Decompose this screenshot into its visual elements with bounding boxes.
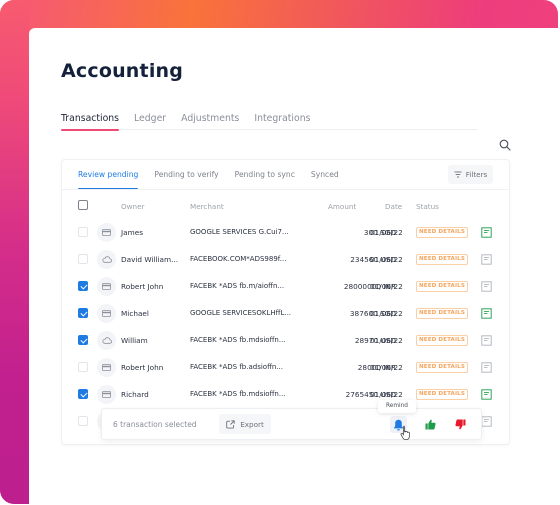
table-row[interactable]: Robert John FACEBK *ADS fb.m/aioffn... 280… xyxy=(62,273,509,300)
receipt-icon[interactable] xyxy=(481,254,492,265)
transaction-type-avatar xyxy=(97,385,116,404)
merchant-name: GOOGLE SERVICES G.Cui7... xyxy=(190,228,289,236)
row-checkbox[interactable] xyxy=(78,227,88,237)
status-badge: NEED DETAILS xyxy=(416,227,468,238)
select-all-checkbox[interactable] xyxy=(78,200,88,210)
search-icon[interactable] xyxy=(499,139,511,151)
tab-integrations[interactable]: Integrations xyxy=(254,112,310,130)
date: 01/06/22 xyxy=(370,282,403,291)
transaction-type-avatar xyxy=(97,304,116,323)
credit-card-icon xyxy=(102,391,111,398)
status-badge: NEED DETAILS xyxy=(416,389,468,400)
owner-name: James xyxy=(121,228,144,237)
tab-ledger[interactable]: Ledger xyxy=(134,112,166,130)
row-checkbox[interactable] xyxy=(78,254,88,264)
tab-transactions[interactable]: Transactions xyxy=(61,112,120,131)
status-badge: NEED DETAILS xyxy=(416,254,468,265)
receipt-icon[interactable] xyxy=(481,335,492,346)
column-header-status[interactable]: Status xyxy=(416,202,439,211)
merchant-name: FACEBOOK.COM*ADS989f... xyxy=(190,255,287,263)
merchant-name: FACEBK *ADS fb.mdsioffn... xyxy=(190,336,286,344)
credit-card-icon xyxy=(102,229,111,236)
status-badge: NEED DETAILS xyxy=(416,362,468,373)
transaction-type-avatar xyxy=(97,250,116,269)
transaction-type-avatar xyxy=(97,331,116,350)
column-header-amount[interactable]: Amount xyxy=(328,202,356,211)
status-badge: NEED DETAILS xyxy=(416,308,468,319)
status-tabs: Review pending Pending to verify Pending… xyxy=(78,160,355,190)
column-header-date[interactable]: Date xyxy=(385,202,402,211)
table-row[interactable]: Michael GOOGLE SERVICESOKLHffL... 387600 S… xyxy=(62,300,509,327)
receipt-icon[interactable] xyxy=(481,362,492,373)
remind-tooltip: Remind xyxy=(378,400,416,413)
status-badge: NEED DETAILS xyxy=(416,281,468,292)
reject-button[interactable] xyxy=(452,416,469,433)
tab-pending-to-verify[interactable]: Pending to verify xyxy=(154,160,218,189)
thumbs-down-icon xyxy=(455,419,466,430)
tab-synced[interactable]: Synced xyxy=(311,160,339,189)
owner-name: William xyxy=(121,336,148,345)
filter-icon xyxy=(454,171,462,178)
filters-button[interactable]: Filters xyxy=(448,165,493,184)
date: 01/06/22 xyxy=(370,228,403,237)
bulk-action-bar: 6 transaction selected Export xyxy=(101,408,482,440)
external-link-icon xyxy=(226,419,235,429)
status-badge: NEED DETAILS xyxy=(416,335,468,346)
top-tabs: Transactions Ledger Adjustments Integrat… xyxy=(61,112,477,131)
tab-review-pending[interactable]: Review pending xyxy=(78,160,139,190)
table-row[interactable]: David William... FACEBOOK.COM*ADS989f... 2… xyxy=(62,246,509,273)
merchant-name: FACEBK *ADS fb.mdsioffn... xyxy=(190,390,286,398)
receipt-icon[interactable] xyxy=(481,308,492,319)
selected-count-text: 6 transaction selected xyxy=(113,420,197,429)
transaction-type-avatar xyxy=(97,223,116,242)
page-title: Accounting xyxy=(61,60,184,82)
table-row[interactable]: Richard FACEBK *ADS fb.mdsioffn... 2765450… xyxy=(62,381,509,408)
owner-name: Robert John xyxy=(121,363,164,372)
owner-name: Michael xyxy=(121,309,149,318)
column-header-merchant[interactable]: Merchant xyxy=(190,202,224,211)
table-row[interactable]: James GOOGLE SERVICES G.Cui7... 300 SGD 01/… xyxy=(62,219,509,246)
column-header-owner[interactable]: Owner xyxy=(121,202,144,211)
date: 01/06/22 xyxy=(370,363,403,372)
receipt-icon[interactable] xyxy=(481,389,492,400)
divider xyxy=(62,189,509,190)
credit-card-icon xyxy=(102,364,111,371)
date: 01/06/22 xyxy=(370,336,403,345)
tab-pending-to-sync[interactable]: Pending to sync xyxy=(235,160,295,189)
receipt-icon[interactable] xyxy=(481,416,492,427)
hand-cursor-icon xyxy=(400,425,410,440)
approve-button[interactable] xyxy=(422,416,439,433)
transaction-type-avatar xyxy=(97,358,116,377)
row-checkbox[interactable] xyxy=(78,281,88,291)
row-checkbox[interactable] xyxy=(78,416,88,426)
owner-name: Richard xyxy=(121,390,149,399)
row-checkbox[interactable] xyxy=(78,389,88,399)
filters-label: Filters xyxy=(465,170,488,179)
owner-name: Robert John xyxy=(121,282,164,291)
row-checkbox[interactable] xyxy=(78,308,88,318)
export-button[interactable]: Export xyxy=(219,414,271,434)
owner-name: David William... xyxy=(121,255,179,264)
merchant-name: FACEBK *ADS fb.adsioffn... xyxy=(190,363,283,371)
cloud-icon xyxy=(101,256,112,263)
transactions-table: Review pending Pending to verify Pending… xyxy=(61,159,510,445)
row-checkbox[interactable] xyxy=(78,335,88,345)
tab-adjustments[interactable]: Adjustments xyxy=(181,112,239,130)
thumbs-up-icon xyxy=(425,419,436,430)
export-label: Export xyxy=(240,419,264,429)
transaction-type-avatar xyxy=(97,277,116,296)
cloud-icon xyxy=(101,337,112,344)
row-checkbox[interactable] xyxy=(78,362,88,372)
credit-card-icon xyxy=(102,283,111,290)
merchant-name: GOOGLE SERVICESOKLHffL... xyxy=(190,309,292,317)
date: 01/06/22 xyxy=(370,255,403,264)
date: 01/06/22 xyxy=(370,309,403,318)
background-frame-left xyxy=(0,0,29,504)
merchant-name: FACEBK *ADS fb.m/aioffn... xyxy=(190,282,285,290)
receipt-icon[interactable] xyxy=(481,281,492,292)
table-row[interactable]: William FACEBK *ADS fb.mdsioffn... 28970 U… xyxy=(62,327,509,354)
receipt-icon[interactable] xyxy=(481,227,492,238)
table-row[interactable]: Robert John FACEBK *ADS fb.adsioffn... 280… xyxy=(62,354,509,381)
credit-card-icon xyxy=(102,310,111,317)
